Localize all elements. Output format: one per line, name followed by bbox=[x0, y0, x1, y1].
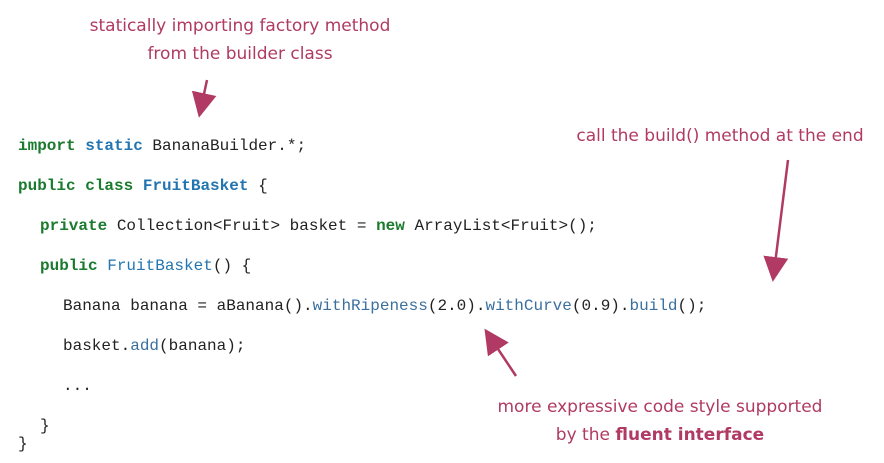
annotation-arrows bbox=[191, 79, 790, 377]
build-call-arrow bbox=[763, 159, 790, 282]
static-import-arrow bbox=[191, 79, 217, 118]
fluent-interface-arrow bbox=[484, 328, 518, 377]
